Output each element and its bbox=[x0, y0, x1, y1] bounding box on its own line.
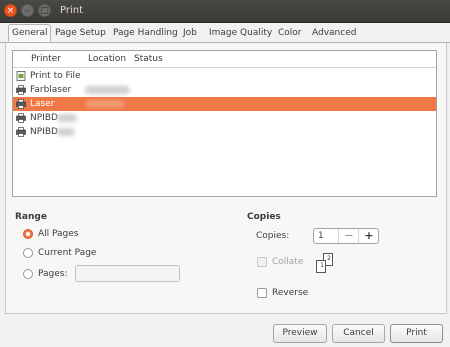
printer-name: NPIBD bbox=[30, 113, 58, 123]
printer-row[interactable]: NPIBD bbox=[13, 111, 436, 125]
copies-value[interactable]: 1 bbox=[318, 231, 324, 241]
maximize-window-button[interactable]: □ bbox=[38, 4, 51, 17]
copies-stepper[interactable]: 1 − + bbox=[313, 228, 379, 244]
printer-name: Farblaser bbox=[30, 85, 72, 95]
current-page-label[interactable]: Current Page bbox=[38, 248, 96, 258]
tab-general[interactable]: General bbox=[8, 24, 52, 42]
collate-page-front: 1 bbox=[316, 260, 326, 273]
tab-page-handling[interactable]: Page Handling bbox=[110, 25, 181, 41]
range-section-title: Range bbox=[15, 212, 47, 222]
window-title: Print bbox=[60, 5, 84, 16]
pages-label[interactable]: Pages: bbox=[38, 269, 68, 279]
column-header-printer[interactable]: Printer bbox=[31, 54, 61, 64]
blurred-location bbox=[85, 86, 130, 94]
blurred-location bbox=[85, 100, 125, 108]
minimize-window-button[interactable]: – bbox=[21, 4, 34, 17]
print-button[interactable]: Print bbox=[390, 324, 443, 343]
copies-increment-button[interactable]: + bbox=[358, 229, 379, 243]
column-header-location[interactable]: Location bbox=[88, 54, 126, 64]
printer-icon bbox=[16, 127, 26, 137]
printer-row[interactable]: Print to File bbox=[13, 69, 436, 83]
printer-name: NPIBD bbox=[30, 127, 58, 137]
copies-decrement-button[interactable]: − bbox=[338, 229, 359, 243]
blurred-name-suffix bbox=[57, 128, 75, 136]
title-bar: × – □ Print bbox=[0, 0, 450, 23]
printer-name: Laser bbox=[30, 99, 55, 109]
tab-color[interactable]: Color bbox=[275, 25, 305, 41]
tab-page-setup[interactable]: Page Setup bbox=[52, 25, 109, 41]
printer-row-selected[interactable]: Laser bbox=[13, 97, 436, 111]
printer-icon bbox=[16, 99, 26, 109]
printer-list[interactable]: Printer Location Status Print to File Fa… bbox=[12, 50, 437, 197]
all-pages-radio[interactable] bbox=[23, 229, 33, 239]
preview-button[interactable]: Preview bbox=[273, 324, 327, 343]
tab-bar: General Page Setup Page Handling Job Ima… bbox=[0, 22, 450, 43]
pages-radio[interactable] bbox=[23, 269, 33, 279]
collate-preview-icon: 2 1 bbox=[316, 253, 336, 275]
tab-advanced[interactable]: Advanced bbox=[309, 25, 359, 41]
blurred-name-suffix bbox=[57, 114, 77, 122]
tab-image-quality[interactable]: Image Quality bbox=[206, 25, 275, 41]
copies-label: Copies: bbox=[256, 231, 290, 241]
reverse-label[interactable]: Reverse bbox=[272, 288, 308, 298]
cancel-button[interactable]: Cancel bbox=[332, 324, 385, 343]
printer-row[interactable]: Farblaser bbox=[13, 83, 436, 97]
pages-input[interactable] bbox=[75, 265, 180, 282]
printer-name: Print to File bbox=[30, 71, 81, 81]
tab-job[interactable]: Job bbox=[180, 25, 200, 41]
printer-icon bbox=[16, 85, 26, 95]
file-printer-icon bbox=[16, 71, 26, 81]
printer-icon bbox=[16, 113, 26, 123]
collate-checkbox[interactable] bbox=[257, 257, 267, 267]
close-window-button[interactable]: × bbox=[4, 4, 17, 17]
copies-section-title: Copies bbox=[247, 212, 281, 222]
printer-list-header: Printer Location Status bbox=[13, 51, 436, 68]
collate-label: Collate bbox=[272, 257, 304, 267]
printer-row[interactable]: NPIBD bbox=[13, 125, 436, 139]
reverse-checkbox[interactable] bbox=[257, 288, 267, 298]
column-header-status[interactable]: Status bbox=[134, 54, 163, 64]
current-page-radio[interactable] bbox=[23, 248, 33, 258]
all-pages-label[interactable]: All Pages bbox=[38, 229, 79, 239]
